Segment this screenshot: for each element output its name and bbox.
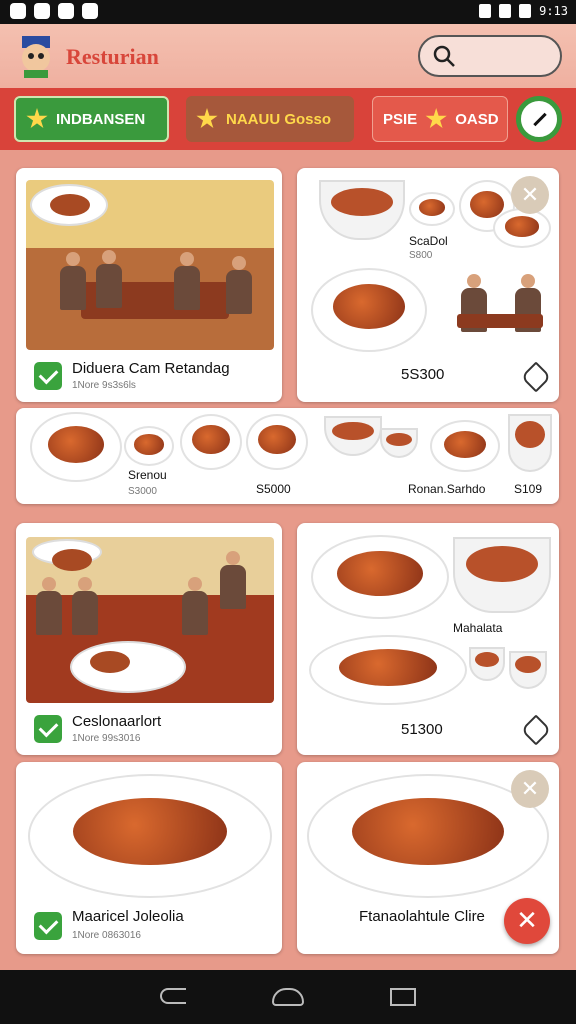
dish-price: S3000	[128, 486, 157, 497]
tag-icon[interactable]	[520, 361, 552, 393]
food-plate	[30, 184, 108, 226]
diner-illustration	[60, 252, 86, 310]
dish-name: Srenou	[128, 468, 167, 482]
dish-price: S109	[514, 482, 543, 496]
food-plate	[493, 208, 551, 248]
check-icon[interactable]	[34, 362, 62, 390]
sauce-cup	[469, 647, 505, 681]
star-icon	[26, 108, 48, 129]
restaurant-card[interactable]: Diduera Cam Retandag 1Nore 9s3s6ls	[16, 168, 282, 402]
diner-illustration	[220, 551, 258, 635]
edit-button[interactable]	[516, 96, 562, 142]
tab-label-2: OASD	[455, 110, 499, 128]
restaurant-name: Maaricel Joleolia	[72, 908, 184, 925]
close-icon[interactable]: ✕	[511, 770, 549, 808]
category-tabs: INDBANSEN NAAUU Gosso PSIE OASD	[0, 88, 576, 150]
food-plate	[311, 535, 449, 619]
star-icon	[425, 108, 447, 129]
check-icon[interactable]	[34, 912, 62, 940]
location-icon	[479, 4, 492, 18]
food-plate	[409, 192, 455, 226]
mascot-logo	[22, 36, 50, 78]
food-plate	[124, 426, 174, 466]
sauce-cup	[509, 651, 547, 689]
dish-strip[interactable]: Srenou S3000 S5000 Ronan.Sarhdo S109	[16, 408, 559, 504]
tab-label: PSIE	[383, 110, 418, 128]
food-plate	[28, 774, 272, 898]
diner-illustration	[72, 577, 98, 635]
food-bowl	[319, 180, 405, 240]
diner-illustration	[96, 250, 122, 308]
food-bowl	[508, 414, 552, 472]
food-plate	[246, 414, 308, 470]
food-plate	[30, 412, 122, 482]
restaurant-meta: 1Nore 0863016	[72, 930, 141, 941]
tab-label: NAAUU Gosso	[226, 110, 332, 128]
food-plate	[70, 641, 186, 693]
menu-card[interactable]: Mahalata 51300	[297, 523, 559, 755]
battery-icon	[519, 4, 532, 18]
tab-naauu[interactable]: NAAUU Gosso	[186, 96, 354, 142]
menu-price: 51300	[401, 721, 443, 738]
item-name: ScaDol	[409, 234, 448, 248]
food-bowl	[324, 416, 382, 456]
system-nav-bar	[0, 970, 576, 1024]
restaurant-photo	[26, 537, 274, 703]
check-icon[interactable]	[34, 715, 62, 743]
close-icon: ✕	[516, 905, 538, 935]
tag-icon[interactable]	[520, 714, 552, 746]
item-price: S800	[409, 250, 433, 261]
status-time: 9:13	[539, 4, 568, 18]
food-plate	[309, 635, 467, 705]
close-icon[interactable]: ✕	[511, 176, 549, 214]
tab-indbansen[interactable]: INDBANSEN	[14, 96, 169, 142]
restaurant-meta: 1Nore 9s3s6ls	[72, 380, 136, 391]
tab-label: INDBANSEN	[56, 110, 146, 128]
close-fab-button[interactable]: ✕	[504, 898, 550, 944]
dish-price: S5000	[256, 482, 291, 496]
star-icon	[196, 108, 218, 129]
diner-illustration	[182, 577, 208, 635]
food-plate	[430, 420, 500, 472]
menu-card[interactable]: ✕ ScaDol S800 5S300	[297, 168, 559, 402]
food-bowl	[453, 537, 551, 613]
wifi-icon	[499, 4, 512, 18]
app-bar: Resturian	[0, 24, 576, 88]
food-plate	[311, 268, 427, 352]
food-plate	[32, 539, 102, 571]
dish-name: Ronan.Sarhdo	[408, 482, 486, 496]
search-icon	[433, 45, 455, 67]
status-bar: 9:13	[0, 0, 576, 24]
restaurant-name: Diduera Cam Retandag	[72, 360, 230, 377]
notification-icon	[34, 3, 50, 19]
back-icon[interactable]	[160, 988, 186, 1004]
menu-price: 5S300	[401, 366, 445, 383]
diner-illustration	[226, 256, 252, 314]
home-icon[interactable]	[272, 988, 304, 1006]
restaurant-card[interactable]: Maaricel Joleolia 1Nore 0863016	[16, 762, 282, 954]
tab-psie[interactable]: PSIE OASD	[372, 96, 508, 142]
restaurant-card[interactable]: Ceslonaarlort 1Nore 99s3016	[16, 523, 282, 755]
table-illustration	[457, 314, 543, 328]
notification-icon	[10, 3, 26, 19]
diner-illustration	[174, 252, 200, 310]
recent-apps-icon[interactable]	[390, 988, 416, 1006]
search-button[interactable]	[418, 35, 562, 77]
app-title: Resturian	[66, 44, 159, 69]
notification-icon	[82, 3, 98, 19]
restaurant-name: Ftanaolahtule Clire	[359, 908, 485, 925]
notification-icon	[58, 3, 74, 19]
restaurant-name: Ceslonaarlort	[72, 713, 162, 730]
restaurant-meta: 1Nore 99s3016	[72, 733, 141, 744]
diner-illustration	[36, 577, 62, 635]
item-name: Mahalata	[453, 621, 503, 635]
restaurant-photo	[26, 180, 274, 350]
food-plate	[180, 414, 242, 470]
food-bowl	[380, 428, 418, 458]
